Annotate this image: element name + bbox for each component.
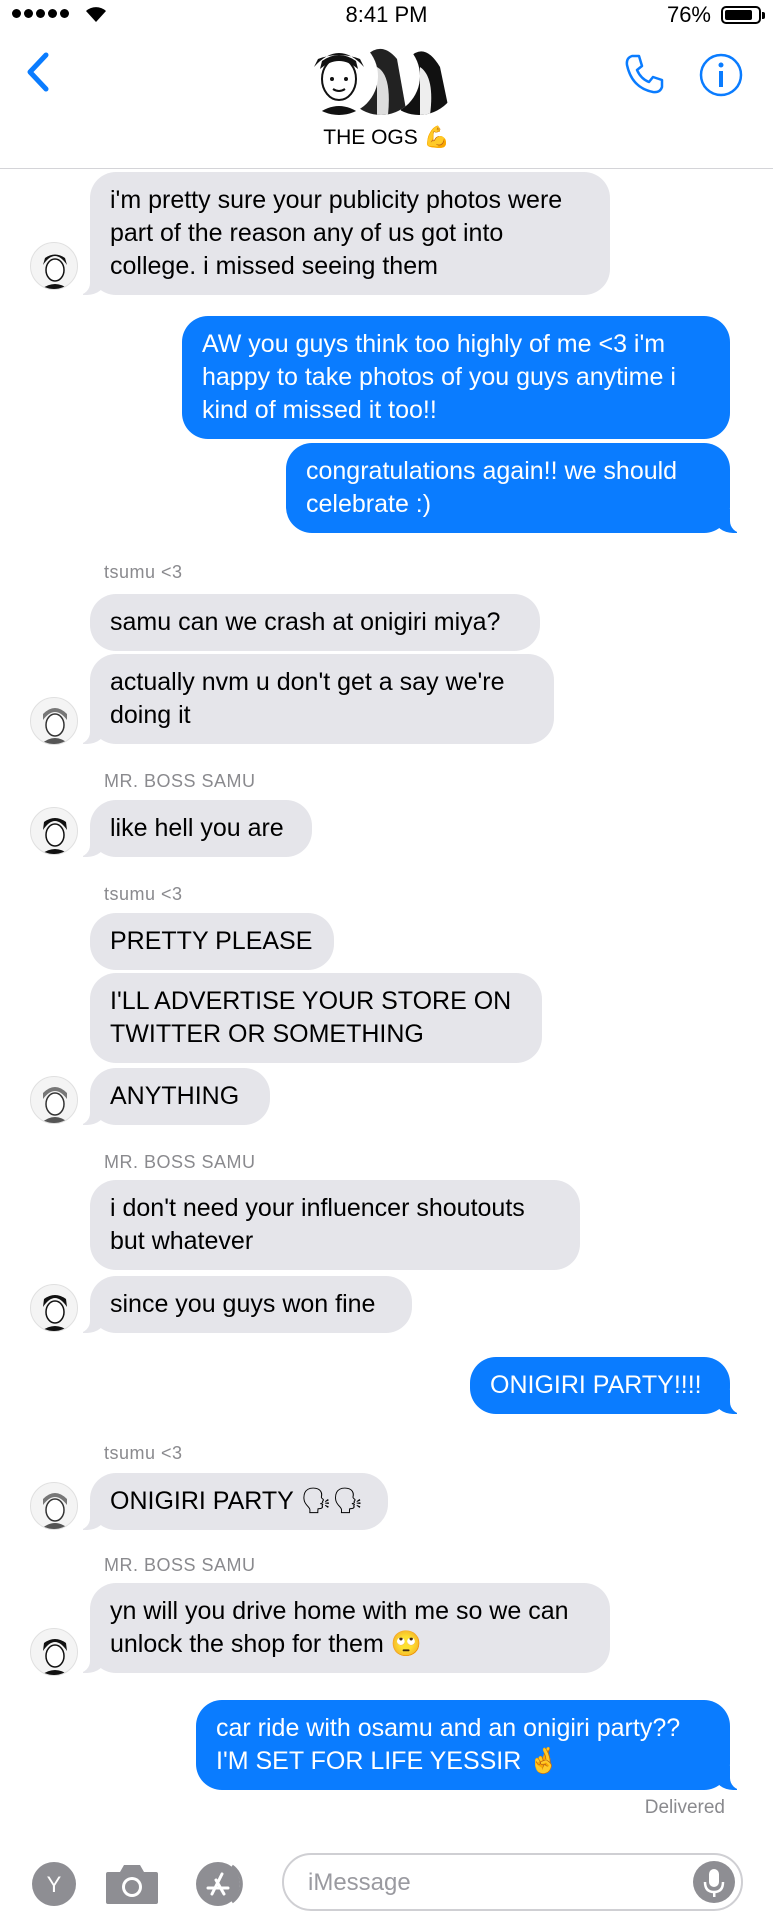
group-member-avatar — [300, 37, 378, 115]
incoming-message[interactable]: yn will you drive home with me so we can… — [76, 1583, 610, 1673]
microphone-icon[interactable] — [693, 1861, 735, 1903]
outgoing-message[interactable]: congratulations again!! we should celebr… — [286, 443, 744, 533]
incoming-message[interactable]: I'LL ADVERTISE YOUR STORE ON TWITTER OR … — [90, 973, 542, 1063]
sender-avatar[interactable] — [30, 807, 78, 855]
sender-avatar[interactable] — [30, 1076, 78, 1124]
delivery-status: Delivered — [644, 1797, 725, 1818]
sender-avatar[interactable] — [30, 1284, 78, 1332]
group-name[interactable]: THE OGS 💪 — [0, 126, 773, 150]
imessage-placeholder: iMessage — [308, 1869, 411, 1896]
outgoing-message[interactable]: ONIGIRI PARTY!!!! — [470, 1357, 744, 1414]
phone-icon[interactable] — [622, 52, 666, 96]
incoming-message[interactable]: ANYTHING — [76, 1068, 270, 1125]
avatar-apps-button[interactable]: Y — [30, 1860, 78, 1913]
info-icon[interactable] — [698, 52, 744, 98]
message-input-bar: Y iMessage — [0, 1848, 773, 1920]
incoming-message[interactable]: ONIGIRI PARTY 🗣🗣 — [76, 1473, 388, 1530]
battery-icon — [721, 6, 765, 24]
back-chevron-icon[interactable] — [26, 52, 50, 92]
sender-name: tsumu <3 — [104, 884, 183, 904]
battery-percentage: 76% — [666, 2, 711, 27]
app-store-icon[interactable] — [192, 1860, 252, 1908]
conversation-header: THE OGS 💪 — [0, 30, 773, 169]
incoming-message[interactable]: since you guys won fine — [76, 1276, 412, 1333]
sender-name: MR. BOSS SAMU — [104, 771, 256, 791]
imessage-input[interactable]: iMessage — [282, 1853, 743, 1911]
sender-name: MR. BOSS SAMU — [104, 1555, 256, 1575]
sender-name: tsumu <3 — [104, 1443, 183, 1463]
status-time: 8:41 PM — [345, 2, 428, 27]
incoming-message[interactable]: i don't need your influencer shoutouts b… — [90, 1180, 580, 1270]
sender-name: MR. BOSS SAMU — [104, 1152, 256, 1172]
status-bar: 8:41 PM 76% — [0, 0, 773, 30]
sender-avatar[interactable] — [30, 697, 78, 745]
incoming-message[interactable]: samu can we crash at onigiri miya? — [90, 594, 540, 651]
svg-text:Y: Y — [47, 1872, 62, 1897]
sender-name: tsumu <3 — [104, 562, 183, 582]
incoming-message[interactable]: actually nvm u don't get a say we're doi… — [76, 654, 554, 744]
sender-avatar[interactable] — [30, 1628, 78, 1676]
group-avatar-stack[interactable] — [300, 33, 470, 121]
sender-avatar[interactable] — [30, 242, 78, 290]
incoming-message[interactable]: i'm pretty sure your publicity photos we… — [76, 172, 610, 295]
sender-avatar[interactable] — [30, 1482, 78, 1530]
outgoing-message[interactable]: AW you guys think too highly of me <3 i'… — [182, 316, 730, 439]
incoming-message[interactable]: PRETTY PLEASE — [90, 913, 334, 970]
incoming-message[interactable]: like hell you are — [76, 800, 312, 857]
camera-icon[interactable] — [104, 1862, 160, 1906]
outgoing-message[interactable]: car ride with osamu and an onigiri party… — [196, 1700, 744, 1790]
